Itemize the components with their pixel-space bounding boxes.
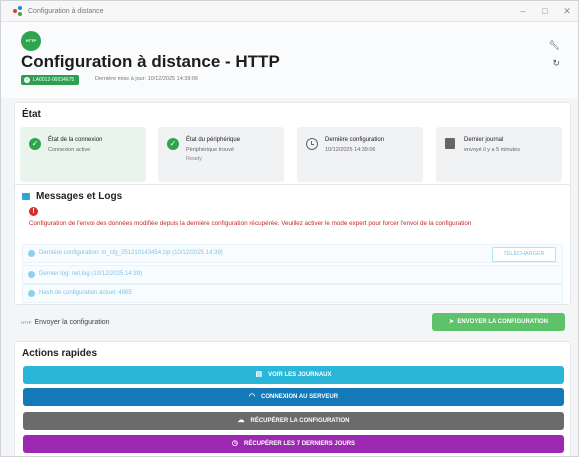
wifi-icon: ◠	[248, 393, 256, 400]
tile-title: Dernier journal	[464, 137, 504, 143]
window-title: Configuration à distance	[28, 7, 104, 15]
send-config-button[interactable]: ➤ ENVOYER LA CONFIGURATION	[432, 313, 565, 331]
check-icon: ✓	[24, 77, 30, 83]
last-config-tile: Dernière configuration 10/12/2025 14:39:…	[297, 127, 423, 182]
maximize-button[interactable]: □	[534, 1, 556, 21]
device-id-badge: ✓ LA0012-00034675	[21, 75, 80, 85]
title-bar: Configuration à distance – □ ✕	[1, 1, 578, 22]
etat-title: État	[22, 109, 41, 120]
log-text: Hash de configuration actuel: 486E	[39, 290, 133, 296]
send-config-row: HTTP Envoyer la configuration ➤ ENVOYER L…	[14, 311, 569, 335]
log-text: Dernier log: net.log (10/12/2025 14:39)	[39, 271, 143, 277]
tile-title: État du périphérique	[186, 137, 241, 143]
tile-value: Connexion active	[48, 147, 91, 153]
fetch-last-7-days-button[interactable]: ◷ RÉCUPÉRER LES 7 DERNIERS JOURS	[23, 435, 564, 453]
send-icon: ➤	[448, 319, 454, 325]
wrench-icon[interactable]: 🔧︎	[549, 40, 560, 51]
http-logo: HTTP	[21, 31, 41, 51]
warning-message: Configuration de l'envoi des données mod…	[29, 220, 472, 227]
cloud-download-icon: ☁	[237, 417, 245, 424]
tile-title: État de la connexion	[48, 137, 103, 143]
quick-actions-title: Actions rapides	[22, 348, 98, 359]
tile-value: Périphérique trouvé	[186, 147, 235, 153]
tile-value: envoyé il y a 5 minutes	[464, 147, 520, 153]
etat-section: État ✓ État de la connexion Connexion ac…	[14, 102, 571, 187]
close-button[interactable]: ✕	[556, 1, 578, 21]
info-icon	[28, 271, 35, 278]
connection-state-tile: ✓ État de la connexion Connexion active	[20, 127, 146, 182]
last-journal-tile: Dernier journal envoyé il y a 5 minutes	[436, 127, 562, 182]
last-update-text: Dernière mise à jour: 10/12/2025 14:39:0…	[95, 76, 199, 82]
message-icon	[22, 193, 30, 200]
device-id: LA0012-00034675	[33, 77, 75, 83]
download-button[interactable]: TÉLÉCHARGER	[492, 247, 556, 262]
check-icon: ✓	[167, 138, 179, 150]
journal-icon	[445, 138, 455, 149]
tile-status: Ready	[186, 156, 202, 162]
server-connection-button[interactable]: ◠ CONNEXION AU SERVEUR	[23, 388, 564, 406]
http-tag: HTTP	[21, 320, 32, 325]
log-row: Hash de configuration actuel: 486E	[22, 284, 563, 303]
document-icon: ▤	[255, 371, 263, 378]
log-row: Dernier log: net.log (10/12/2025 14:39)	[22, 265, 563, 284]
page-header: HTTP Configuration à distance - HTTP ✓ L…	[1, 22, 578, 98]
device-state-tile: ✓ État du périphérique Périphérique trou…	[158, 127, 284, 182]
app-window: Configuration à distance – □ ✕ HTTP Conf…	[0, 0, 579, 457]
error-icon: !	[29, 207, 38, 216]
log-row: Dernière configuration: m_cfg_2512101434…	[22, 244, 563, 263]
refresh-icon[interactable]: ↻	[552, 58, 560, 69]
clock-icon	[306, 138, 318, 150]
info-icon	[28, 290, 35, 297]
tile-value: 10/12/2025 14:39:06	[325, 147, 376, 153]
view-journals-button[interactable]: ▤ VOIR LES JOURNAUX	[23, 366, 564, 384]
check-icon: ✓	[29, 138, 41, 150]
send-config-label: HTTP Envoyer la configuration	[21, 319, 110, 326]
info-icon	[28, 250, 35, 257]
app-logo-icon	[13, 6, 23, 16]
logs-section: Messages et Logs ! Configuration de l'en…	[14, 184, 571, 305]
tile-title: Dernière configuration	[325, 137, 385, 143]
fetch-config-button[interactable]: ☁ RÉCUPÉRER LA CONFIGURATION	[23, 412, 564, 430]
history-icon: ◷	[231, 440, 239, 447]
quick-actions-section: Actions rapides ▤ VOIR LES JOURNAUX ◠ CONN…	[14, 341, 571, 456]
log-text: Dernière configuration: m_cfg_2512101434…	[39, 250, 223, 256]
page-title: Configuration à distance - HTTP	[21, 52, 280, 71]
minimize-button[interactable]: –	[512, 1, 534, 21]
logs-title: Messages et Logs	[36, 191, 123, 202]
